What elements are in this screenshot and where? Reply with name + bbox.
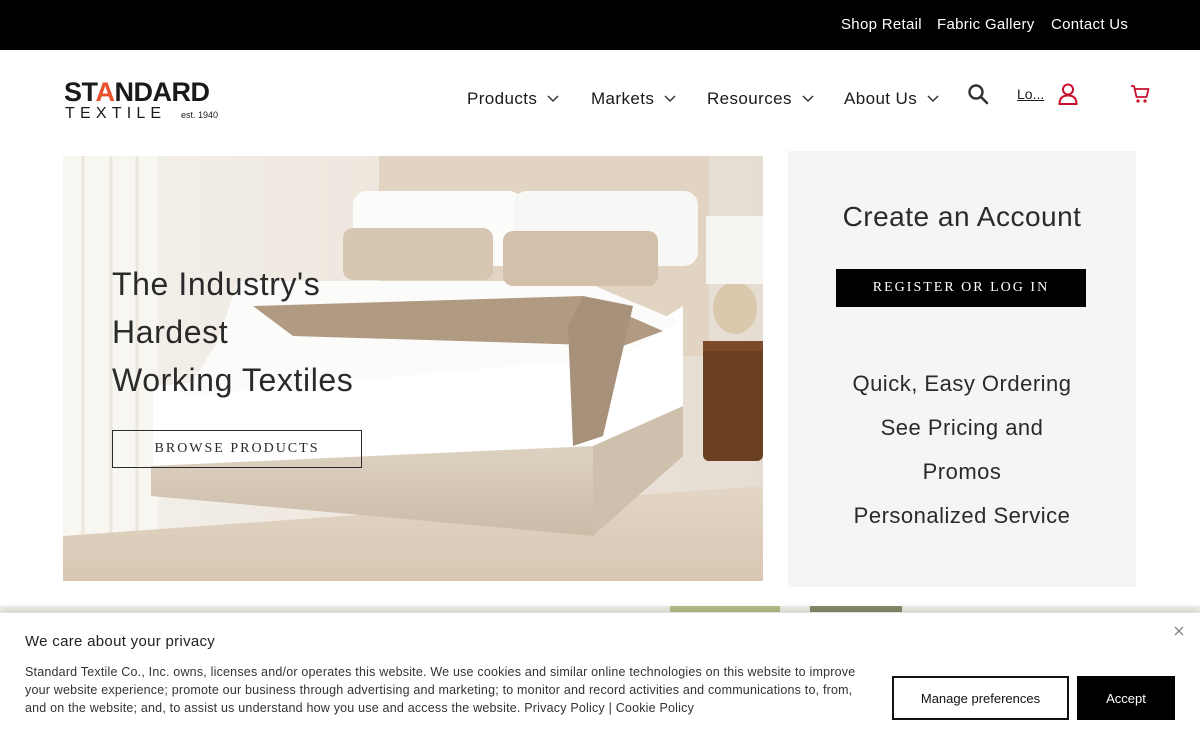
login-link[interactable]: Lo... bbox=[1017, 86, 1044, 102]
manage-preferences-button[interactable]: Manage preferences bbox=[892, 676, 1069, 720]
nav-resources[interactable]: Resources bbox=[707, 88, 814, 110]
search-icon[interactable] bbox=[967, 83, 989, 105]
nav-label: Resources bbox=[707, 89, 792, 108]
benefit-item: See Pricing and bbox=[880, 415, 1044, 440]
logo-wordmark: STANDARD bbox=[64, 77, 210, 107]
cookie-policy-link[interactable]: Cookie Policy bbox=[616, 701, 694, 715]
hero-headline: The Industry's Hardest Working Textiles bbox=[112, 260, 472, 404]
chevron-down-icon bbox=[547, 95, 559, 103]
cart-icon[interactable] bbox=[1130, 84, 1150, 104]
account-benefits-list: Quick, Easy Ordering See Pricing and Pro… bbox=[788, 362, 1136, 538]
browse-products-button[interactable]: BROWSE PRODUCTS bbox=[112, 430, 362, 468]
benefit-item: Personalized Service bbox=[853, 503, 1071, 528]
cookie-title: We care about your privacy bbox=[25, 633, 216, 650]
shop-retail-link[interactable]: Shop Retail bbox=[841, 16, 922, 33]
privacy-policy-link[interactable]: Privacy Policy bbox=[524, 701, 605, 715]
nav-label: Markets bbox=[591, 89, 655, 108]
accept-button[interactable]: Accept bbox=[1077, 676, 1175, 720]
hero-headline-line: The Industry's bbox=[112, 266, 321, 302]
nav-label: About Us bbox=[844, 89, 918, 108]
benefit-item: Promos bbox=[922, 459, 1002, 484]
chevron-down-icon bbox=[802, 95, 814, 103]
logo-subword: TEXTILE bbox=[65, 105, 167, 122]
standard-textile-logo[interactable]: STANDARD TEXTILE est. 1940 bbox=[64, 78, 234, 123]
chevron-down-icon bbox=[664, 95, 676, 103]
user-icon[interactable] bbox=[1058, 83, 1078, 105]
utility-bar: Shop Retail Fabric Gallery Contact Us bbox=[0, 0, 1200, 50]
close-icon[interactable] bbox=[1172, 624, 1186, 638]
nav-products[interactable]: Products bbox=[467, 88, 559, 110]
cookie-consent-banner: We care about your privacy Standard Text… bbox=[0, 612, 1200, 750]
contact-us-link[interactable]: Contact Us bbox=[1051, 16, 1128, 33]
register-or-login-button[interactable]: REGISTER OR LOG IN bbox=[836, 269, 1086, 307]
logo-est: est. 1940 bbox=[181, 110, 219, 120]
nav-label: Products bbox=[467, 89, 538, 108]
benefit-item: Quick, Easy Ordering bbox=[852, 371, 1072, 396]
cookie-text: Standard Textile Co., Inc. owns, license… bbox=[25, 665, 856, 715]
fabric-gallery-link[interactable]: Fabric Gallery bbox=[937, 16, 1035, 33]
hero-headline-line: Hardest bbox=[112, 314, 229, 350]
create-account-panel: Create an Account REGISTER OR LOG IN Qui… bbox=[788, 151, 1136, 587]
main-header: STANDARD TEXTILE est. 1940 Products Mark… bbox=[0, 50, 1200, 150]
cookie-body: Standard Textile Co., Inc. owns, license… bbox=[25, 663, 865, 717]
hero-banner: The Industry's Hardest Working Textiles … bbox=[63, 156, 763, 581]
hero-headline-line: Working Textiles bbox=[112, 362, 354, 398]
link-separator: | bbox=[608, 701, 613, 715]
nav-markets[interactable]: Markets bbox=[591, 88, 676, 110]
create-account-title: Create an Account bbox=[842, 201, 1082, 232]
chevron-down-icon bbox=[927, 95, 939, 103]
nav-about-us[interactable]: About Us bbox=[844, 88, 939, 110]
